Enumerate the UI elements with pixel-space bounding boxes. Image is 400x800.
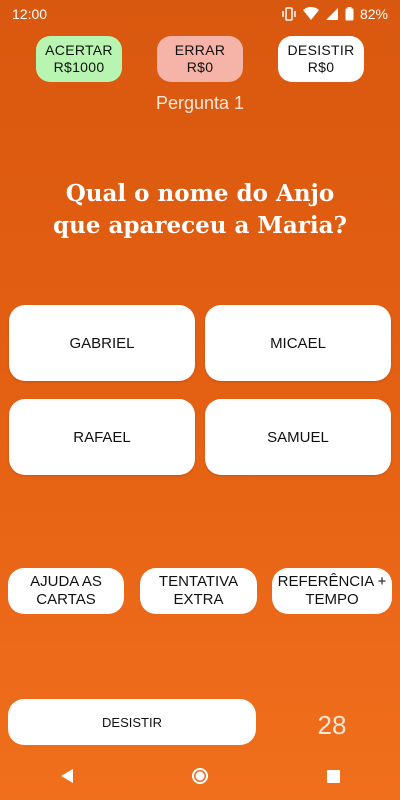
reference-time-line-2: TEMPO <box>305 591 359 608</box>
desistir-value: R$0 <box>307 59 335 75</box>
answer-button-3[interactable]: RAFAEL <box>9 399 195 475</box>
help-cards-line-2: CARTAS <box>36 591 96 608</box>
extra-attempt-line-2: EXTRA <box>173 591 224 608</box>
back-icon[interactable] <box>47 756 87 796</box>
countdown-timer: 28 <box>317 710 347 740</box>
reference-time-line-1: REFERÊNCIA + <box>277 573 387 590</box>
status-icons: 82% <box>281 6 388 22</box>
wifi-icon <box>302 7 319 21</box>
desistir-prize-button[interactable]: DESISTIR R$0 <box>278 36 364 82</box>
reference-time-button[interactable]: REFERÊNCIA + TEMPO <box>272 568 392 614</box>
battery-icon <box>345 7 354 21</box>
answer-button-2[interactable]: MICAEL <box>205 305 391 381</box>
errar-label: ERRAR <box>174 42 226 58</box>
home-icon[interactable] <box>180 756 220 796</box>
answer-button-1[interactable]: GABRIEL <box>9 305 195 381</box>
quit-button[interactable]: DESISTIR <box>8 699 256 745</box>
vibrate-icon <box>281 7 297 21</box>
question-number: Pergunta 1 <box>155 93 245 113</box>
answer-button-4[interactable]: SAMUEL <box>205 399 391 475</box>
extra-attempt-button[interactable]: TENTATIVA EXTRA <box>140 568 257 614</box>
errar-prize-button[interactable]: ERRAR R$0 <box>157 36 243 82</box>
acertar-prize-button[interactable]: ACERTAR R$1000 <box>36 36 122 82</box>
question-line-1: Qual o nome do Anjo <box>65 180 335 207</box>
errar-value: R$0 <box>186 59 214 75</box>
signal-icon <box>325 7 339 21</box>
battery-percent: 82% <box>359 6 388 22</box>
navigation-bar <box>0 752 400 800</box>
desistir-label: DESISTIR <box>287 42 355 58</box>
question-line-2: que apareceu a Maria? <box>53 212 347 239</box>
question-text: Qual o nome do Anjo que apareceu a Maria… <box>20 178 380 242</box>
help-cards-button[interactable]: AJUDA AS CARTAS <box>8 568 124 614</box>
acertar-value: R$1000 <box>53 59 105 75</box>
acertar-label: ACERTAR <box>45 42 113 58</box>
status-time: 12:00 <box>12 6 48 22</box>
status-bar: 12:00 82% <box>0 0 400 28</box>
recents-icon[interactable] <box>313 756 353 796</box>
extra-attempt-line-1: TENTATIVA <box>158 573 239 590</box>
help-cards-line-1: AJUDA AS <box>30 573 102 590</box>
